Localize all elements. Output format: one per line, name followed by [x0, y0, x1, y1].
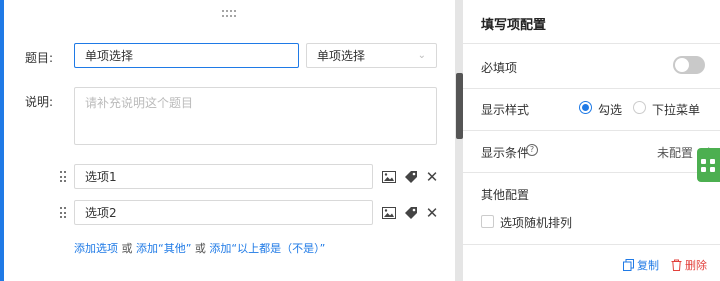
question-type-select[interactable]: 单项选择 ⌄ [306, 43, 437, 68]
help-icon[interactable]: ? [526, 144, 538, 156]
divider [463, 130, 720, 131]
scrollbar-track[interactable] [455, 0, 463, 281]
add-other-link[interactable]: 添加“其他” [136, 242, 191, 255]
option-value: 选项2 [85, 206, 117, 220]
title-input-value: 单项选择 [85, 49, 134, 63]
style-radio-dropdown[interactable] [633, 101, 646, 114]
or-separator: 或 [121, 242, 133, 255]
required-toggle[interactable] [673, 56, 705, 74]
display-style-label: 显示样式 [481, 103, 530, 117]
tag-icon[interactable] [403, 169, 419, 185]
option-value: 选项1 [85, 170, 117, 184]
option-drag-handle-icon[interactable] [60, 171, 66, 183]
delete-button[interactable]: 删除 [671, 257, 707, 273]
add-option-links: 添加选项 或 添加“其他” 或 添加“以上都是（不是）” [74, 240, 325, 256]
image-icon[interactable] [381, 205, 397, 221]
option-drag-handle-icon[interactable] [60, 207, 66, 219]
condition-value[interactable]: 未配置 [657, 144, 693, 161]
image-icon[interactable] [381, 169, 397, 185]
description-label: 说明: [25, 95, 54, 109]
config-panel: 填写项配置 必填项 显示样式 勾选 下拉菜单 显示条件 ? 未配置 › 其他配置… [463, 0, 720, 281]
or-separator: 或 [194, 242, 206, 255]
copy-button[interactable]: 复制 [623, 257, 659, 273]
display-condition-label: 显示条件 [481, 146, 530, 160]
chevron-down-icon: ⌄ [417, 50, 426, 61]
required-label: 必填项 [481, 61, 518, 75]
add-none-of-above-link[interactable]: 添加“以上都是（不是）” [209, 242, 325, 255]
question-type-value: 单项选择 [317, 49, 366, 63]
close-icon[interactable]: ✕ [424, 204, 440, 222]
divider [463, 244, 720, 245]
question-drag-handle-icon[interactable] [222, 10, 236, 18]
copy-icon [623, 259, 634, 271]
tag-icon[interactable] [403, 205, 419, 221]
description-placeholder: 请补充说明这个题目 [85, 96, 194, 110]
style-option-check-label: 勾选 [598, 103, 623, 117]
close-icon[interactable]: ✕ [424, 168, 440, 186]
trash-icon [671, 259, 682, 271]
apps-grid-icon[interactable] [697, 148, 720, 182]
other-config-label: 其他配置 [481, 188, 530, 202]
active-indicator-bar [0, 0, 4, 281]
style-radio-check[interactable] [579, 101, 592, 114]
delete-label: 删除 [685, 259, 707, 272]
divider [463, 88, 720, 89]
option-row: 选项1 ✕ [0, 164, 455, 190]
option-input[interactable]: 选项1 [74, 164, 373, 189]
random-order-checkbox[interactable] [481, 215, 494, 228]
random-order-label: 选项随机排列 [500, 216, 573, 230]
add-option-link[interactable]: 添加选项 [74, 242, 118, 255]
question-editor: 题目: 单项选择 单项选择 ⌄ 说明: 请补充说明这个题目 选项1 ✕ 选项2 [0, 0, 455, 281]
option-row: 选项2 ✕ [0, 200, 455, 226]
option-input[interactable]: 选项2 [74, 200, 373, 225]
title-input[interactable]: 单项选择 [74, 43, 299, 68]
description-textarea[interactable]: 请补充说明这个题目 [74, 87, 437, 145]
copy-label: 复制 [637, 259, 659, 272]
title-label: 题目: [25, 51, 54, 65]
divider [463, 172, 720, 173]
panel-title: 填写项配置 [481, 18, 547, 33]
scrollbar-thumb[interactable] [456, 73, 463, 139]
style-option-dropdown-label: 下拉菜单 [652, 103, 701, 117]
divider [463, 43, 720, 44]
